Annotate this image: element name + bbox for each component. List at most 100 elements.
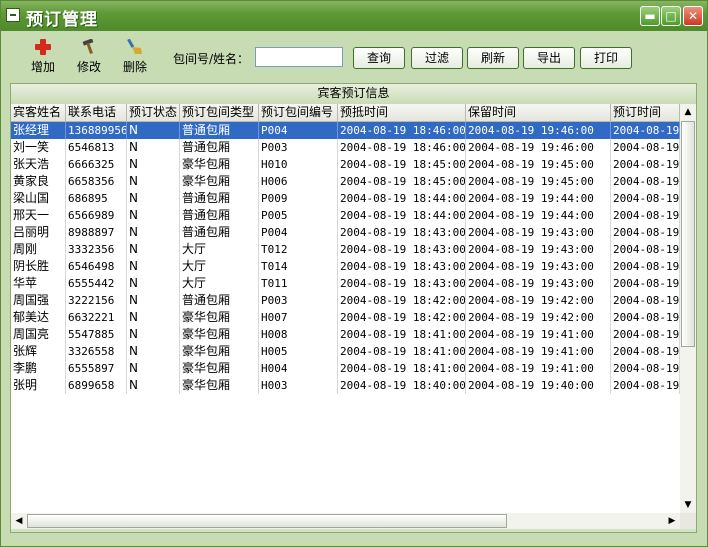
col-hold-time-cell: 2004-08-19 19:43:00 [466, 258, 611, 275]
table-row[interactable]: 黄家良 6658356 N 豪华包厢 H006 2004-08-19 18:45:00 20… [11, 173, 680, 190]
scroll-up-icon[interactable]: ▲ [680, 104, 696, 120]
col-phone-cell: 6899658 [66, 377, 127, 394]
table-row[interactable]: 周国亮 5547885 N 豪华包厢 H008 2004-08-19 18:41:00 20… [11, 326, 680, 343]
table-row[interactable]: 李鹏 6555897 N 豪华包厢 H004 2004-08-19 18:41:00 200… [11, 360, 680, 377]
delete-button[interactable]: 删除 [115, 36, 155, 76]
broom-icon [127, 39, 142, 54]
col-arrival-time-cell: 2004-08-19 18:46:00 [340, 122, 466, 139]
delete-label: 删除 [122, 60, 147, 74]
col-phone-header[interactable]: 联系电话 [66, 104, 127, 121]
col-room-type-cell: 普通包厢 [180, 207, 259, 224]
grid-caption: 宾客预订信息 [11, 84, 696, 105]
export-button[interactable]: 导出 [523, 47, 575, 69]
table-row[interactable]: 梁山国 686895 N 普通包厢 P009 2004-08-19 18:44:00 200… [11, 190, 680, 207]
query-button[interactable]: 查询 [353, 47, 405, 69]
col-hold-time-header[interactable]: 保留时间 [466, 104, 611, 121]
col-hold-time-cell: 2004-08-19 19:41:00 [466, 343, 611, 360]
col-room-type-header[interactable]: 预订包间类型 [180, 104, 259, 121]
col-hold-time-cell: 2004-08-19 19:46:00 [466, 122, 611, 139]
horizontal-scrollbar[interactable]: ◀ ▶ [11, 513, 680, 529]
col-guest-name-cell: 梁山国 [11, 190, 66, 207]
add-label: 增加 [30, 60, 55, 74]
col-room-type-cell: 大厅 [180, 258, 259, 275]
maximize-button[interactable]: □ [661, 6, 681, 26]
vertical-scroll-thumb[interactable] [681, 121, 695, 347]
print-button[interactable]: 打印 [580, 47, 632, 69]
refresh-button[interactable]: 刷新 [467, 47, 519, 69]
col-phone-cell: 6546813 [66, 139, 127, 156]
search-label: 包间号/姓名： [173, 52, 250, 66]
col-status-cell: N [127, 190, 180, 207]
col-room-type-cell: 普通包厢 [180, 122, 259, 139]
horizontal-scroll-thumb[interactable] [27, 514, 507, 528]
col-room-type-cell: 普通包厢 [180, 224, 259, 241]
col-arrival-time-cell: 2004-08-19 18:45:00 [340, 156, 466, 173]
col-hold-time-cell: 2004-08-19 19:46:00 [466, 139, 611, 156]
col-room-number-cell: P004 [259, 224, 338, 241]
reservation-grid[interactable]: 宾客姓名 联系电话 预订状态 预订包间类型 预订包间编号 预抵时间 保留时间 预订时间 张经理… [11, 104, 680, 513]
col-status-cell: N [127, 275, 180, 292]
table-row[interactable]: 张天浩 6666325 N 豪华包厢 H010 2004-08-19 18:45:00 20… [11, 156, 680, 173]
col-arrival-time-cell: 2004-08-19 18:45:00 [340, 173, 466, 190]
filter-button[interactable]: 过滤 [411, 47, 463, 69]
col-hold-time-cell: 2004-08-19 19:41:00 [466, 326, 611, 343]
col-status-cell: N [127, 122, 180, 139]
col-booking-time-cell: 2004-08-19 [613, 122, 680, 139]
scroll-right-icon[interactable]: ▶ [664, 513, 680, 529]
col-status-cell: N [127, 292, 180, 309]
col-status-header[interactable]: 预订状态 [127, 104, 180, 121]
col-phone-cell: 6555897 [66, 360, 127, 377]
col-guest-name-cell: 华苹 [11, 275, 66, 292]
reservation-panel: 宾客预订信息 宾客姓名 联系电话 预订状态 预订包间类型 预订包间编号 预抵时间 保留时间预… [10, 83, 697, 533]
col-phone-cell: 6632221 [66, 309, 127, 326]
search-input[interactable] [255, 47, 343, 67]
col-status-cell: N [127, 343, 180, 360]
col-booking-time-cell: 2004-08-19 [613, 139, 680, 156]
window-title: 预订管理 [26, 10, 98, 30]
col-phone-cell: 6666325 [66, 156, 127, 173]
col-status-cell: N [127, 241, 180, 258]
col-arrival-time-cell: 2004-08-19 18:43:00 [340, 224, 466, 241]
col-arrival-time-cell: 2004-08-19 18:41:00 [340, 326, 466, 343]
add-button[interactable]: 增加 [23, 36, 63, 76]
col-room-type-cell: 普通包厢 [180, 190, 259, 207]
table-row[interactable]: 周刚 3332356 N 大厅 T012 2004-08-19 18:43:00 2004-… [11, 241, 680, 258]
col-arrival-time-header[interactable]: 预抵时间 [338, 104, 466, 121]
table-row[interactable]: 郁美达 6632221 N 豪华包厢 H007 2004-08-19 18:42:00 20… [11, 309, 680, 326]
table-row[interactable]: 张明 6899658 N 豪华包厢 H003 2004-08-19 18:40:00 200… [11, 377, 680, 394]
edit-button[interactable]: 修改 [69, 36, 109, 76]
table-row[interactable]: 吕丽明 8988897 N 普通包厢 P004 2004-08-19 18:43:00 20… [11, 224, 680, 241]
table-row[interactable]: 张辉 3326558 N 豪华包厢 H005 2004-08-19 18:41:00 200… [11, 343, 680, 360]
table-row[interactable]: 邢天一 6566989 N 普通包厢 P005 2004-08-19 18:44:00 20… [11, 207, 680, 224]
col-hold-time-cell: 2004-08-19 19:43:00 [466, 241, 611, 258]
vertical-scrollbar[interactable]: ▲ ▼ [680, 104, 696, 513]
col-room-number-header[interactable]: 预订包间编号 [259, 104, 338, 121]
table-row[interactable]: 张经理 136889956 N 普通包厢 P004 2004-08-19 18:46:00… [11, 122, 680, 139]
edit-label: 修改 [76, 60, 101, 74]
col-phone-cell: 686895 [66, 190, 127, 207]
grid-header: 宾客姓名 联系电话 预订状态 预订包间类型 预订包间编号 预抵时间 保留时间 预订时间 [11, 104, 680, 122]
col-room-type-cell: 豪华包厢 [180, 156, 259, 173]
table-row[interactable]: 周国强 3222156 N 普通包厢 P003 2004-08-19 18:42:00 20… [11, 292, 680, 309]
table-row[interactable]: 阴长胜 6546498 N 大厅 T014 2004-08-19 18:43:00 2004… [11, 258, 680, 275]
minimize-button[interactable]: ▬ [640, 6, 660, 26]
col-guest-name-cell: 张辉 [11, 343, 66, 360]
title-bar[interactable]: 预订管理 ▬ □ ✕ [1, 1, 707, 31]
col-phone-cell: 8988897 [66, 224, 127, 241]
col-booking-time-header[interactable]: 预订时间 [611, 104, 680, 121]
col-room-number-cell: H004 [259, 360, 338, 377]
scroll-left-icon[interactable]: ◀ [11, 513, 27, 529]
col-guest-name-header[interactable]: 宾客姓名 [11, 104, 66, 121]
close-button[interactable]: ✕ [683, 6, 703, 26]
col-room-number-cell: H010 [259, 156, 338, 173]
col-hold-time-cell: 2004-08-19 19:44:00 [466, 190, 611, 207]
scroll-down-icon[interactable]: ▼ [680, 497, 696, 513]
col-booking-time-cell: 2004-08-19 [613, 156, 680, 173]
table-row[interactable]: 刘一笑 6546813 N 普通包厢 P003 2004-08-19 18:46:00 20… [11, 139, 680, 156]
col-room-number-cell: H005 [259, 343, 338, 360]
table-row[interactable]: 华苹 6555442 N 大厅 T011 2004-08-19 18:43:00 2004-… [11, 275, 680, 292]
system-menu-icon[interactable] [6, 8, 20, 22]
col-guest-name-cell: 张天浩 [11, 156, 66, 173]
col-room-number-cell: T014 [259, 258, 338, 275]
col-hold-time-cell: 2004-08-19 19:42:00 [466, 309, 611, 326]
